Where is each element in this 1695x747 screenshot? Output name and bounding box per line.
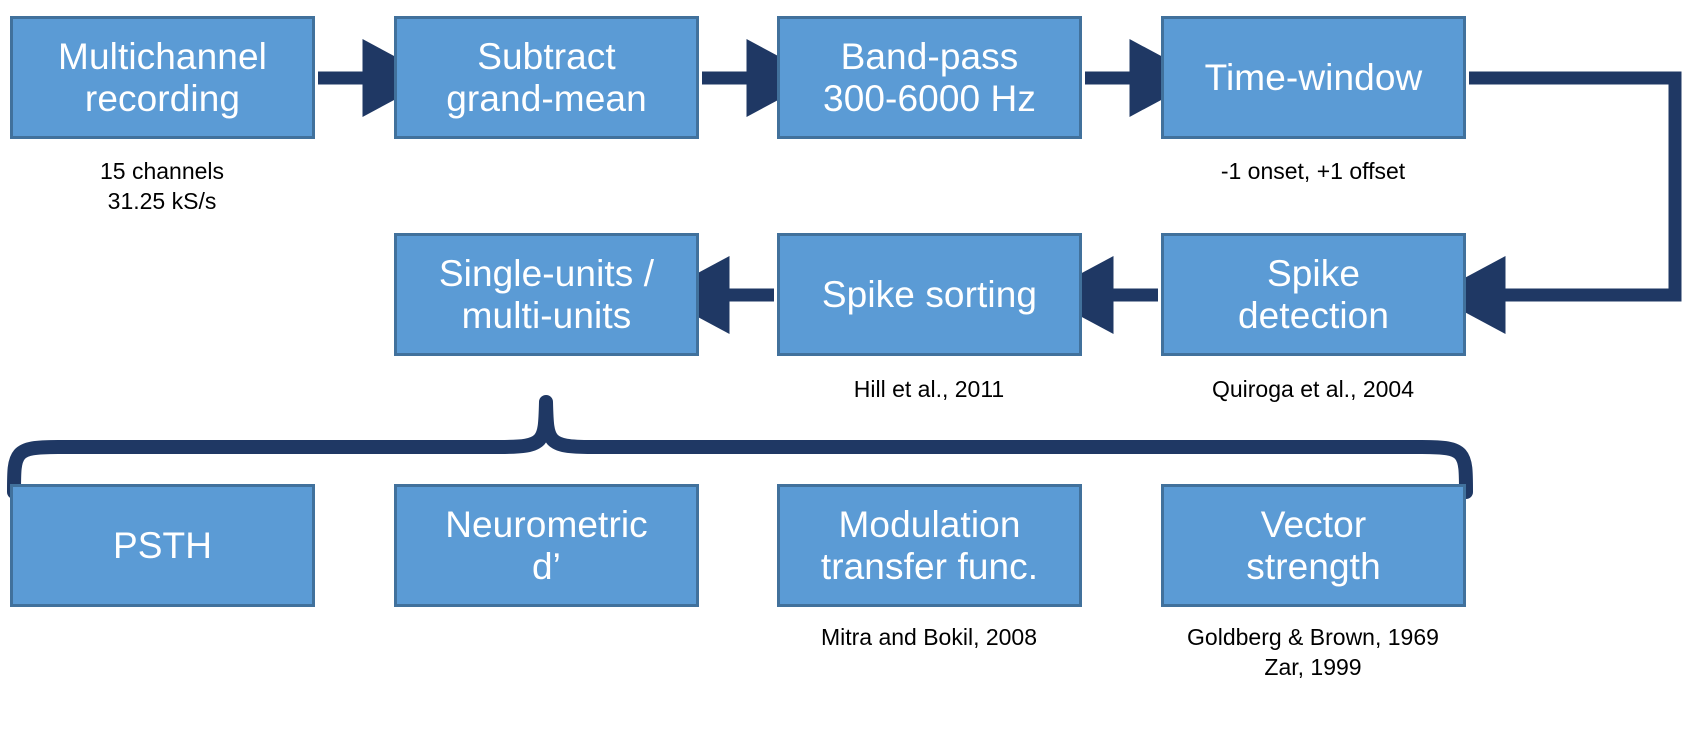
node-time-window[interactable]: Time-window — [1161, 16, 1466, 139]
flowchart-canvas: Multichannel recording Subtract grand-me… — [0, 0, 1695, 747]
node-spike-sorting[interactable]: Spike sorting — [777, 233, 1082, 356]
arrow-timewindow-to-spikedetection — [1432, 71, 1682, 334]
caption-spike-sorting: Hill et al., 2011 — [853, 376, 1005, 402]
caption-multichannel-recording: 15 channels 31.25 kS/s — [99, 158, 225, 215]
node-neurometric-d-prime[interactable]: Neurometric d’ — [394, 484, 699, 607]
node-modulation-transfer-function[interactable]: Modulation transfer func. — [777, 484, 1082, 607]
node-band-pass[interactable]: Band-pass 300-6000 Hz — [777, 16, 1082, 139]
node-psth[interactable]: PSTH — [10, 484, 315, 607]
bracket-units-to-analyses — [7, 395, 1473, 499]
caption-spike-detection: Quiroga et al., 2004 — [1211, 376, 1415, 402]
node-single-multi-units[interactable]: Single-units / multi-units — [394, 233, 699, 356]
caption-time-window: -1 onset, +1 offset — [1220, 158, 1406, 184]
node-multichannel-recording[interactable]: Multichannel recording — [10, 16, 315, 139]
caption-modulation-transfer-function: Mitra and Bokil, 2008 — [820, 624, 1038, 650]
node-spike-detection[interactable]: Spike detection — [1161, 233, 1466, 356]
caption-vector-strength: Goldberg & Brown, 1969 Zar, 1999 — [1187, 624, 1439, 681]
node-subtract-grand-mean[interactable]: Subtract grand-mean — [394, 16, 699, 139]
node-vector-strength[interactable]: Vector strength — [1161, 484, 1466, 607]
